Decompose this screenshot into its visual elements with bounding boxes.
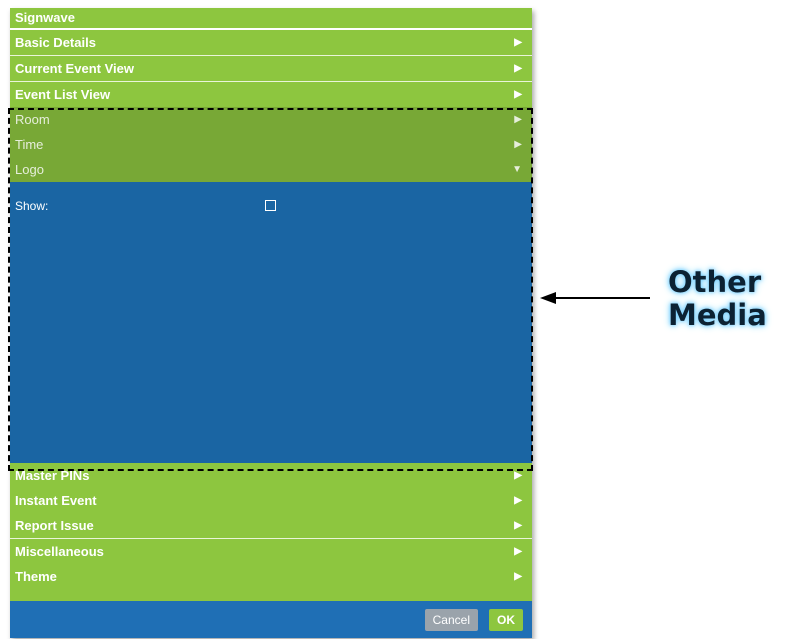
section-master-pins[interactable]: Master PINs ▶ bbox=[10, 463, 532, 488]
section-miscellaneous[interactable]: Miscellaneous ▶ bbox=[10, 538, 532, 564]
section-time[interactable]: Time ▶ bbox=[10, 132, 532, 157]
section-logo[interactable]: Logo ▼ bbox=[10, 157, 532, 182]
show-checkbox[interactable] bbox=[265, 200, 276, 211]
section-label: Current Event View bbox=[15, 61, 134, 76]
section-label: Basic Details bbox=[15, 35, 96, 50]
expand-arrow-icon: ▶ bbox=[514, 470, 522, 481]
callout-line-1: Other bbox=[668, 265, 762, 299]
callout-arrow-icon bbox=[540, 292, 650, 304]
expand-arrow-icon: ▶ bbox=[514, 546, 522, 557]
expand-arrow-icon: ▶ bbox=[514, 571, 522, 582]
section-label: Report Issue bbox=[15, 518, 94, 533]
section-report-issue[interactable]: Report Issue ▶ bbox=[10, 513, 532, 538]
ok-button[interactable]: OK bbox=[489, 609, 523, 631]
section-room[interactable]: Room ▶ bbox=[10, 107, 532, 132]
expand-arrow-icon: ▶ bbox=[514, 495, 522, 506]
section-instant-event[interactable]: Instant Event ▶ bbox=[10, 488, 532, 513]
section-theme[interactable]: Theme ▶ bbox=[10, 564, 532, 589]
section-label: Master PINs bbox=[15, 468, 90, 483]
cancel-button[interactable]: Cancel bbox=[424, 609, 478, 631]
section-label: Logo bbox=[15, 162, 44, 177]
panel-title: Signwave bbox=[10, 8, 532, 30]
section-label: Miscellaneous bbox=[15, 544, 104, 559]
section-event-list-view[interactable]: Event List View ▶ bbox=[10, 81, 532, 107]
collapse-arrow-icon: ▼ bbox=[512, 164, 522, 175]
callout-line-2: Media bbox=[668, 298, 767, 332]
expand-arrow-icon: ▶ bbox=[514, 63, 522, 74]
show-label: Show: bbox=[15, 199, 49, 213]
dialog-footer: Cancel OK bbox=[10, 601, 532, 638]
section-label: Theme bbox=[15, 569, 57, 584]
expand-arrow-icon: ▶ bbox=[514, 89, 522, 100]
expand-arrow-icon: ▶ bbox=[514, 139, 522, 150]
signwave-settings-panel: Signwave Basic Details ▶ Current Event V… bbox=[10, 8, 532, 638]
section-label: Time bbox=[15, 137, 44, 152]
callout-label: Other Media bbox=[668, 266, 767, 332]
expand-arrow-icon: ▶ bbox=[514, 114, 522, 125]
section-basic-details[interactable]: Basic Details ▶ bbox=[10, 30, 532, 55]
expand-arrow-icon: ▶ bbox=[514, 520, 522, 531]
section-label: Room bbox=[15, 112, 50, 127]
section-label: Instant Event bbox=[15, 493, 97, 508]
section-label: Event List View bbox=[15, 87, 111, 102]
section-current-event-view[interactable]: Current Event View ▶ bbox=[10, 55, 532, 81]
logo-section-content: Show: bbox=[10, 182, 532, 463]
expand-arrow-icon: ▶ bbox=[514, 37, 522, 48]
